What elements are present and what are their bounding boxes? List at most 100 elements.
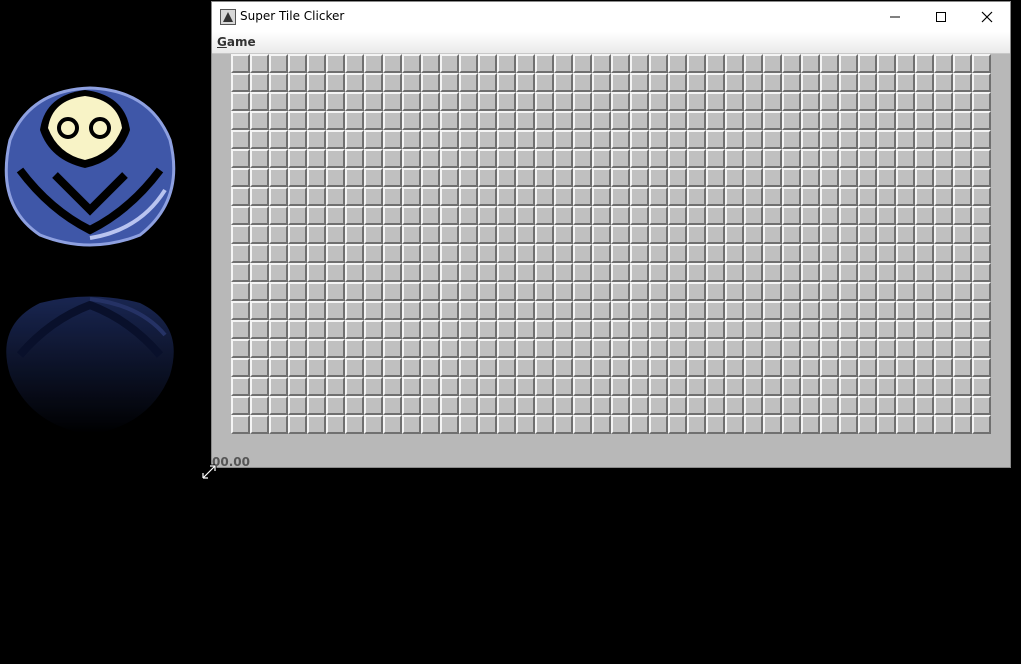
tile[interactable] [573,111,592,130]
tile[interactable] [877,149,896,168]
tile[interactable] [744,377,763,396]
tile[interactable] [364,244,383,263]
tile[interactable] [535,187,554,206]
tile[interactable] [630,358,649,377]
tile[interactable] [744,282,763,301]
tile[interactable] [535,54,554,73]
tile[interactable] [231,111,250,130]
tile[interactable] [288,320,307,339]
tile[interactable] [630,130,649,149]
tile[interactable] [269,54,288,73]
tile[interactable] [478,282,497,301]
tile[interactable] [364,282,383,301]
tile[interactable] [725,339,744,358]
tile[interactable] [307,130,326,149]
tile[interactable] [782,130,801,149]
tile[interactable] [953,377,972,396]
tile[interactable] [231,358,250,377]
tile[interactable] [706,244,725,263]
tile[interactable] [326,92,345,111]
tile[interactable] [934,225,953,244]
tile[interactable] [497,130,516,149]
tile[interactable] [345,92,364,111]
tile[interactable] [592,111,611,130]
tile[interactable] [896,320,915,339]
tile[interactable] [288,168,307,187]
tile[interactable] [497,358,516,377]
tile[interactable] [402,358,421,377]
tile[interactable] [687,73,706,92]
tile[interactable] [782,206,801,225]
tile[interactable] [611,168,630,187]
tile[interactable] [402,92,421,111]
tile[interactable] [801,377,820,396]
tile[interactable] [459,168,478,187]
tile[interactable] [611,54,630,73]
tile[interactable] [231,92,250,111]
tile[interactable] [554,263,573,282]
tile[interactable] [725,301,744,320]
tile[interactable] [801,301,820,320]
tile[interactable] [858,377,877,396]
tile[interactable] [820,111,839,130]
tile[interactable] [440,149,459,168]
tile[interactable] [421,282,440,301]
tile[interactable] [592,415,611,434]
tile[interactable] [782,339,801,358]
tile[interactable] [801,339,820,358]
tile[interactable] [364,263,383,282]
tile[interactable] [687,244,706,263]
tile[interactable] [725,130,744,149]
tile[interactable] [896,92,915,111]
tile[interactable] [421,244,440,263]
tile[interactable] [953,263,972,282]
tile[interactable] [402,377,421,396]
tile[interactable] [896,358,915,377]
tile[interactable] [592,377,611,396]
tile[interactable] [440,263,459,282]
tile[interactable] [820,73,839,92]
tile[interactable] [744,263,763,282]
tile[interactable] [345,149,364,168]
tile[interactable] [307,206,326,225]
tile[interactable] [402,263,421,282]
tile[interactable] [801,149,820,168]
tile[interactable] [934,339,953,358]
tile[interactable] [497,92,516,111]
tile[interactable] [535,92,554,111]
tile[interactable] [763,301,782,320]
tile[interactable] [383,301,402,320]
tile[interactable] [573,187,592,206]
tile[interactable] [383,187,402,206]
tile[interactable] [421,149,440,168]
tile[interactable] [953,149,972,168]
tile[interactable] [687,339,706,358]
tile[interactable] [725,415,744,434]
tile[interactable] [953,92,972,111]
tile[interactable] [820,149,839,168]
tile[interactable] [687,149,706,168]
tile[interactable] [421,415,440,434]
tile[interactable] [592,92,611,111]
tile[interactable] [383,358,402,377]
tile[interactable] [839,187,858,206]
tile[interactable] [972,149,991,168]
tile[interactable] [744,358,763,377]
tile[interactable] [592,206,611,225]
tile[interactable] [497,206,516,225]
tile[interactable] [915,396,934,415]
tile[interactable] [839,168,858,187]
tile[interactable] [345,282,364,301]
tile[interactable] [820,225,839,244]
tile[interactable] [706,282,725,301]
tile[interactable] [573,415,592,434]
tile[interactable] [801,396,820,415]
tile[interactable] [782,377,801,396]
tile[interactable] [725,377,744,396]
tile[interactable] [478,206,497,225]
tile[interactable] [668,415,687,434]
tile[interactable] [535,206,554,225]
tile[interactable] [478,301,497,320]
tile[interactable] [839,320,858,339]
tile[interactable] [896,168,915,187]
